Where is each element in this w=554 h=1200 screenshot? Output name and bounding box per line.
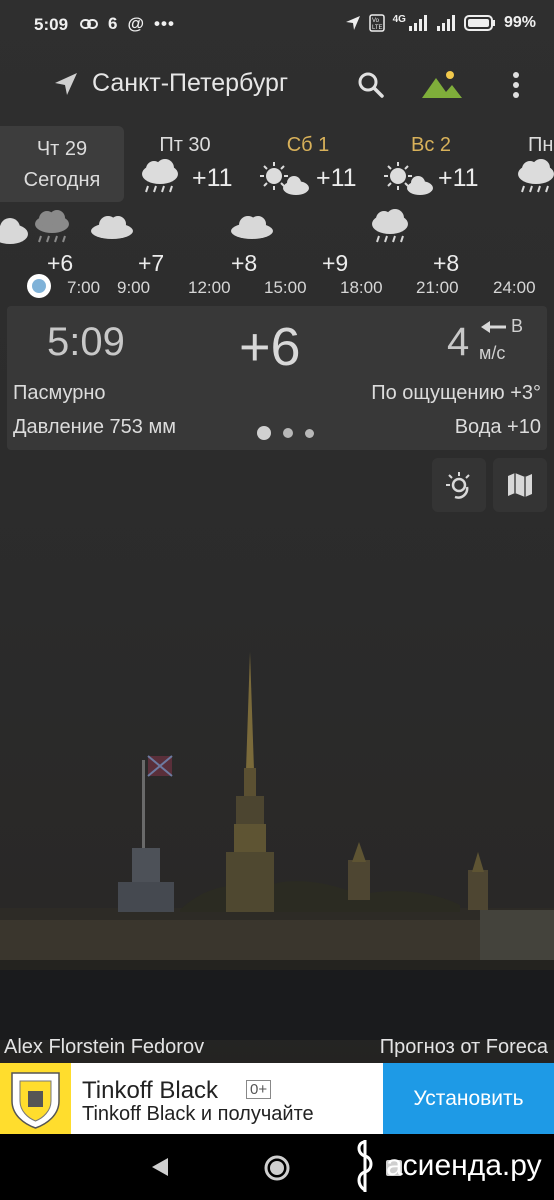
rain-cloud-icon [35, 210, 69, 243]
status-left-icons: 6 @ ••• [80, 14, 175, 34]
back-icon[interactable] [150, 1156, 170, 1178]
hourly-temp: +7 [138, 250, 165, 276]
current-temperature: +6 [239, 317, 301, 377]
rain-cloud-icon [142, 159, 178, 193]
page-dot-active [257, 426, 271, 440]
status-bar: 5:09 6 @ ••• Vo LTE 4G 99% [0, 0, 554, 52]
sunrise-icon [446, 472, 470, 499]
day-tab-sunday[interactable]: Вс 2 +11 [378, 126, 498, 202]
photo-credit[interactable]: Alex Florstein Fedorov [4, 1036, 204, 1059]
forecast-provider[interactable]: Прогноз от Foreca [380, 1036, 548, 1059]
ad-title: Tinkoff Black [82, 1077, 219, 1104]
day-temp: +11 [438, 164, 479, 192]
svg-text:Vo: Vo [372, 18, 380, 24]
day-subtitle: Сегодня [23, 169, 101, 191]
watermark-text: асиенда.ру [386, 1149, 542, 1182]
hourly-time: 21:00 [416, 278, 459, 297]
app-toolbar: Санкт-Петербург [0, 58, 554, 114]
hourly-forecast-strip[interactable]: +6 +7 +8 +9 +8 7:00 9:00 12:00 15:00 18:… [0, 202, 554, 302]
feels-like-text: По ощущению +3° [371, 382, 541, 404]
rain-cloud-icon [372, 209, 408, 243]
wind-direction: В [481, 316, 541, 337]
home-icon[interactable] [263, 1154, 291, 1182]
tinkoff-logo [0, 1063, 71, 1134]
network-type-label: 4G [392, 14, 406, 25]
day-name: Вс 2 [410, 134, 452, 156]
day-name: Сб 1 [286, 134, 330, 156]
install-button[interactable]: Установить [383, 1063, 554, 1134]
hourly-time: 12:00 [188, 278, 231, 297]
wind-speed: 4 [447, 320, 470, 364]
day-tab-monday[interactable]: Пн [510, 126, 554, 202]
battery-icon [463, 15, 495, 31]
status-temp-badge: 6 [108, 14, 118, 33]
ad-banner[interactable]: Tinkoff Black 0+ Tinkoff Black и получай… [0, 1063, 554, 1134]
watermark: асиенда.ру [350, 1137, 542, 1195]
current-time: 5:09 [47, 320, 125, 364]
map-icon [508, 473, 532, 497]
condition-text: Пасмурно [13, 382, 106, 404]
hourly-time: 18:00 [340, 278, 383, 297]
cloud-icon [91, 216, 133, 239]
sun-moon-button[interactable] [432, 458, 486, 512]
hourly-time: 24:00 [493, 278, 536, 297]
cloud-icon [0, 218, 28, 244]
sun-cloud-icon [384, 162, 433, 195]
hourly-time: 7:00 [67, 278, 101, 297]
day-tab-friday[interactable]: Пт 30 +11 [130, 126, 250, 202]
watermark-logo-icon [357, 1140, 373, 1192]
hourly-temp: +8 [231, 250, 258, 276]
wind-unit: м/с [479, 343, 506, 363]
ad-age-rating: 0+ [246, 1080, 272, 1099]
water-temp-text: Вода +10 [454, 416, 541, 438]
overflow-menu-icon[interactable] [508, 70, 524, 100]
city-name[interactable]: Санкт-Петербург [92, 69, 288, 98]
day-temp: +11 [192, 164, 233, 192]
location-arrow-icon[interactable] [52, 70, 80, 98]
hourly-time: 15:00 [264, 278, 307, 297]
hourly-time: 9:00 [117, 278, 151, 297]
hourly-temp: +6 [47, 250, 74, 276]
signal-strength-2-icon [436, 15, 455, 31]
page-dot [283, 428, 293, 438]
day-tab-saturday[interactable]: Сб 1 +11 [254, 126, 374, 202]
sun-cloud-icon [260, 162, 309, 195]
svg-text:LTE: LTE [372, 25, 383, 31]
credits-bar: Alex Florstein Fedorov Прогноз от Foreca [0, 1034, 554, 1062]
hourly-temp: +8 [433, 250, 460, 276]
background-landscape-icon[interactable] [420, 68, 464, 100]
at-sign-icon: @ [127, 14, 145, 33]
day-tab-today[interactable]: Чт 29 Сегодня [0, 126, 124, 202]
ad-subtitle: Tinkoff Black и получайте [82, 1103, 314, 1125]
wind-direction-label: В [511, 316, 524, 336]
rain-cloud-icon [518, 159, 554, 193]
day-name: Чт 29 [36, 138, 88, 160]
hourly-temp: +9 [322, 250, 349, 276]
status-time: 5:09 [34, 15, 69, 34]
map-button[interactable] [493, 458, 547, 512]
day-temp: +11 [316, 164, 357, 192]
page-dot [305, 428, 314, 438]
location-arrow-icon [345, 16, 360, 30]
search-icon[interactable] [356, 70, 386, 100]
daily-forecast-row: Чт 29 Сегодня Пт 30 +11 Сб 1 +11 Вс 2 +1… [0, 126, 554, 202]
cloud-icon [231, 216, 273, 239]
more-notifications-icon: ••• [154, 14, 175, 33]
pressure-text: Давление 753 мм [13, 416, 176, 438]
day-name: Пн [528, 134, 554, 156]
signal-strength-icon [408, 15, 427, 31]
current-time-marker [27, 274, 51, 298]
wind-arrow-icon [481, 320, 506, 333]
page-indicator [257, 426, 314, 440]
status-right-icons: Vo LTE 4G 99% [345, 14, 536, 32]
day-name: Пт 30 [159, 134, 211, 156]
volte-icon: VoLTE [368, 14, 385, 32]
link-icon [80, 19, 98, 29]
current-conditions-card[interactable]: 5:09 +6 4 В м/с Пасмурно По ощущению +3°… [7, 306, 547, 450]
city-scene-image [0, 652, 554, 1040]
shield-icon [11, 1072, 60, 1129]
battery-percent: 99% [503, 14, 536, 31]
